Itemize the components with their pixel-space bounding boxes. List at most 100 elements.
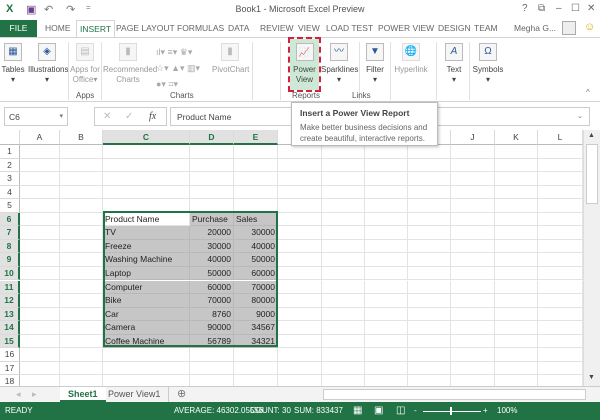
cell[interactable]: [60, 294, 103, 308]
cell[interactable]: [408, 145, 451, 159]
cell[interactable]: [365, 185, 408, 200]
cell[interactable]: [20, 334, 60, 349]
cell[interactable]: [278, 239, 322, 254]
column-header-a[interactable]: A: [20, 130, 60, 145]
tab-insert[interactable]: INSERT: [76, 20, 116, 37]
cell[interactable]: [103, 361, 190, 376]
cell[interactable]: [408, 158, 451, 173]
cell-E10[interactable]: 60000: [234, 266, 278, 281]
cell-D10[interactable]: 50000: [190, 266, 234, 281]
cell[interactable]: [451, 375, 495, 386]
cell[interactable]: [234, 348, 278, 362]
undo-icon[interactable]: ↶: [44, 3, 53, 16]
cell[interactable]: [408, 253, 451, 267]
cell[interactable]: [495, 172, 538, 186]
cell[interactable]: [408, 212, 451, 227]
cell[interactable]: [365, 280, 408, 295]
cell[interactable]: [60, 212, 103, 227]
cell[interactable]: [365, 348, 408, 362]
cell[interactable]: [60, 266, 103, 281]
cell[interactable]: [365, 172, 408, 186]
cell[interactable]: [365, 294, 408, 308]
cell-D15[interactable]: 56789: [190, 334, 234, 349]
cell[interactable]: [60, 158, 103, 173]
cell[interactable]: [190, 185, 234, 200]
cell[interactable]: [451, 145, 495, 159]
row-header-16[interactable]: 16: [0, 348, 20, 362]
cell[interactable]: [190, 145, 234, 159]
hyperlink-button[interactable]: 🌐 Hyperlink: [392, 40, 430, 75]
row-header-7[interactable]: 7: [0, 226, 20, 240]
cell-C6[interactable]: Product Name: [103, 212, 190, 227]
column-header-j[interactable]: J: [451, 130, 495, 145]
cell[interactable]: [495, 307, 538, 322]
cell[interactable]: [408, 199, 451, 213]
cell[interactable]: [408, 172, 451, 186]
zoom-level[interactable]: 100%: [497, 402, 517, 420]
cell[interactable]: [103, 199, 190, 213]
cell[interactable]: [538, 212, 583, 227]
cell[interactable]: [103, 158, 190, 173]
cell[interactable]: [322, 199, 365, 213]
cell[interactable]: [451, 185, 495, 200]
cell[interactable]: [20, 307, 60, 322]
cell[interactable]: [495, 158, 538, 173]
cell[interactable]: [495, 375, 538, 386]
cell[interactable]: [495, 212, 538, 227]
cell[interactable]: [20, 375, 60, 386]
cell-C8[interactable]: Freeze: [103, 239, 190, 254]
cell[interactable]: [495, 266, 538, 281]
cell[interactable]: [365, 361, 408, 376]
cell-D14[interactable]: 90000: [190, 321, 234, 335]
tab-view[interactable]: VIEW: [298, 23, 320, 33]
cell[interactable]: [538, 185, 583, 200]
cell[interactable]: [278, 375, 322, 386]
redo-icon[interactable]: ↷: [66, 3, 75, 16]
cell[interactable]: [451, 307, 495, 322]
apps-for-office-button[interactable]: ▤ Apps for Office▾: [70, 40, 100, 85]
cell[interactable]: [20, 321, 60, 335]
cell[interactable]: [234, 361, 278, 376]
user-avatar[interactable]: [562, 21, 576, 35]
row-header-9[interactable]: 9: [0, 253, 20, 267]
cell[interactable]: [20, 212, 60, 227]
filter-button[interactable]: ▼ Filter ▾: [362, 40, 388, 85]
row-header-12[interactable]: 12: [0, 294, 20, 308]
cell-E14[interactable]: 34567: [234, 321, 278, 335]
minimize-icon[interactable]: –: [556, 3, 562, 14]
cell[interactable]: [278, 307, 322, 322]
cell-C13[interactable]: Car: [103, 307, 190, 322]
cell[interactable]: [322, 226, 365, 240]
cell[interactable]: [451, 266, 495, 281]
cell[interactable]: [538, 375, 583, 386]
cell[interactable]: [365, 226, 408, 240]
cell[interactable]: [408, 266, 451, 281]
cell-E15[interactable]: 34321: [234, 334, 278, 349]
smiley-icon[interactable]: ☺: [584, 21, 595, 33]
cell[interactable]: [20, 294, 60, 308]
cell[interactable]: [538, 253, 583, 267]
cell-D12[interactable]: 70000: [190, 294, 234, 308]
cell[interactable]: [322, 158, 365, 173]
cell[interactable]: [495, 226, 538, 240]
page-break-view-icon[interactable]: ◫: [396, 402, 405, 420]
cell[interactable]: [408, 334, 451, 349]
cell[interactable]: [495, 145, 538, 159]
text-group-button[interactable]: A Text ▾: [441, 40, 467, 85]
cell[interactable]: [322, 266, 365, 281]
column-header-k[interactable]: K: [495, 130, 538, 145]
cell[interactable]: [495, 239, 538, 254]
cell[interactable]: [20, 199, 60, 213]
name-box[interactable]: C6 ▾: [4, 107, 68, 126]
cell[interactable]: [408, 239, 451, 254]
insert-function-icon[interactable]: fx: [149, 111, 156, 122]
cell[interactable]: [20, 145, 60, 159]
line-chart-icon[interactable]: ☆▾ ▲▾ ▥▾: [156, 60, 200, 76]
chevron-down-icon[interactable]: ▾: [59, 112, 63, 120]
maximize-icon[interactable]: ☐: [571, 3, 580, 14]
cell[interactable]: [322, 307, 365, 322]
cell[interactable]: [60, 348, 103, 362]
cell[interactable]: [408, 321, 451, 335]
cell[interactable]: [278, 348, 322, 362]
sheet-tab-sheet1[interactable]: Sheet1: [60, 387, 106, 402]
